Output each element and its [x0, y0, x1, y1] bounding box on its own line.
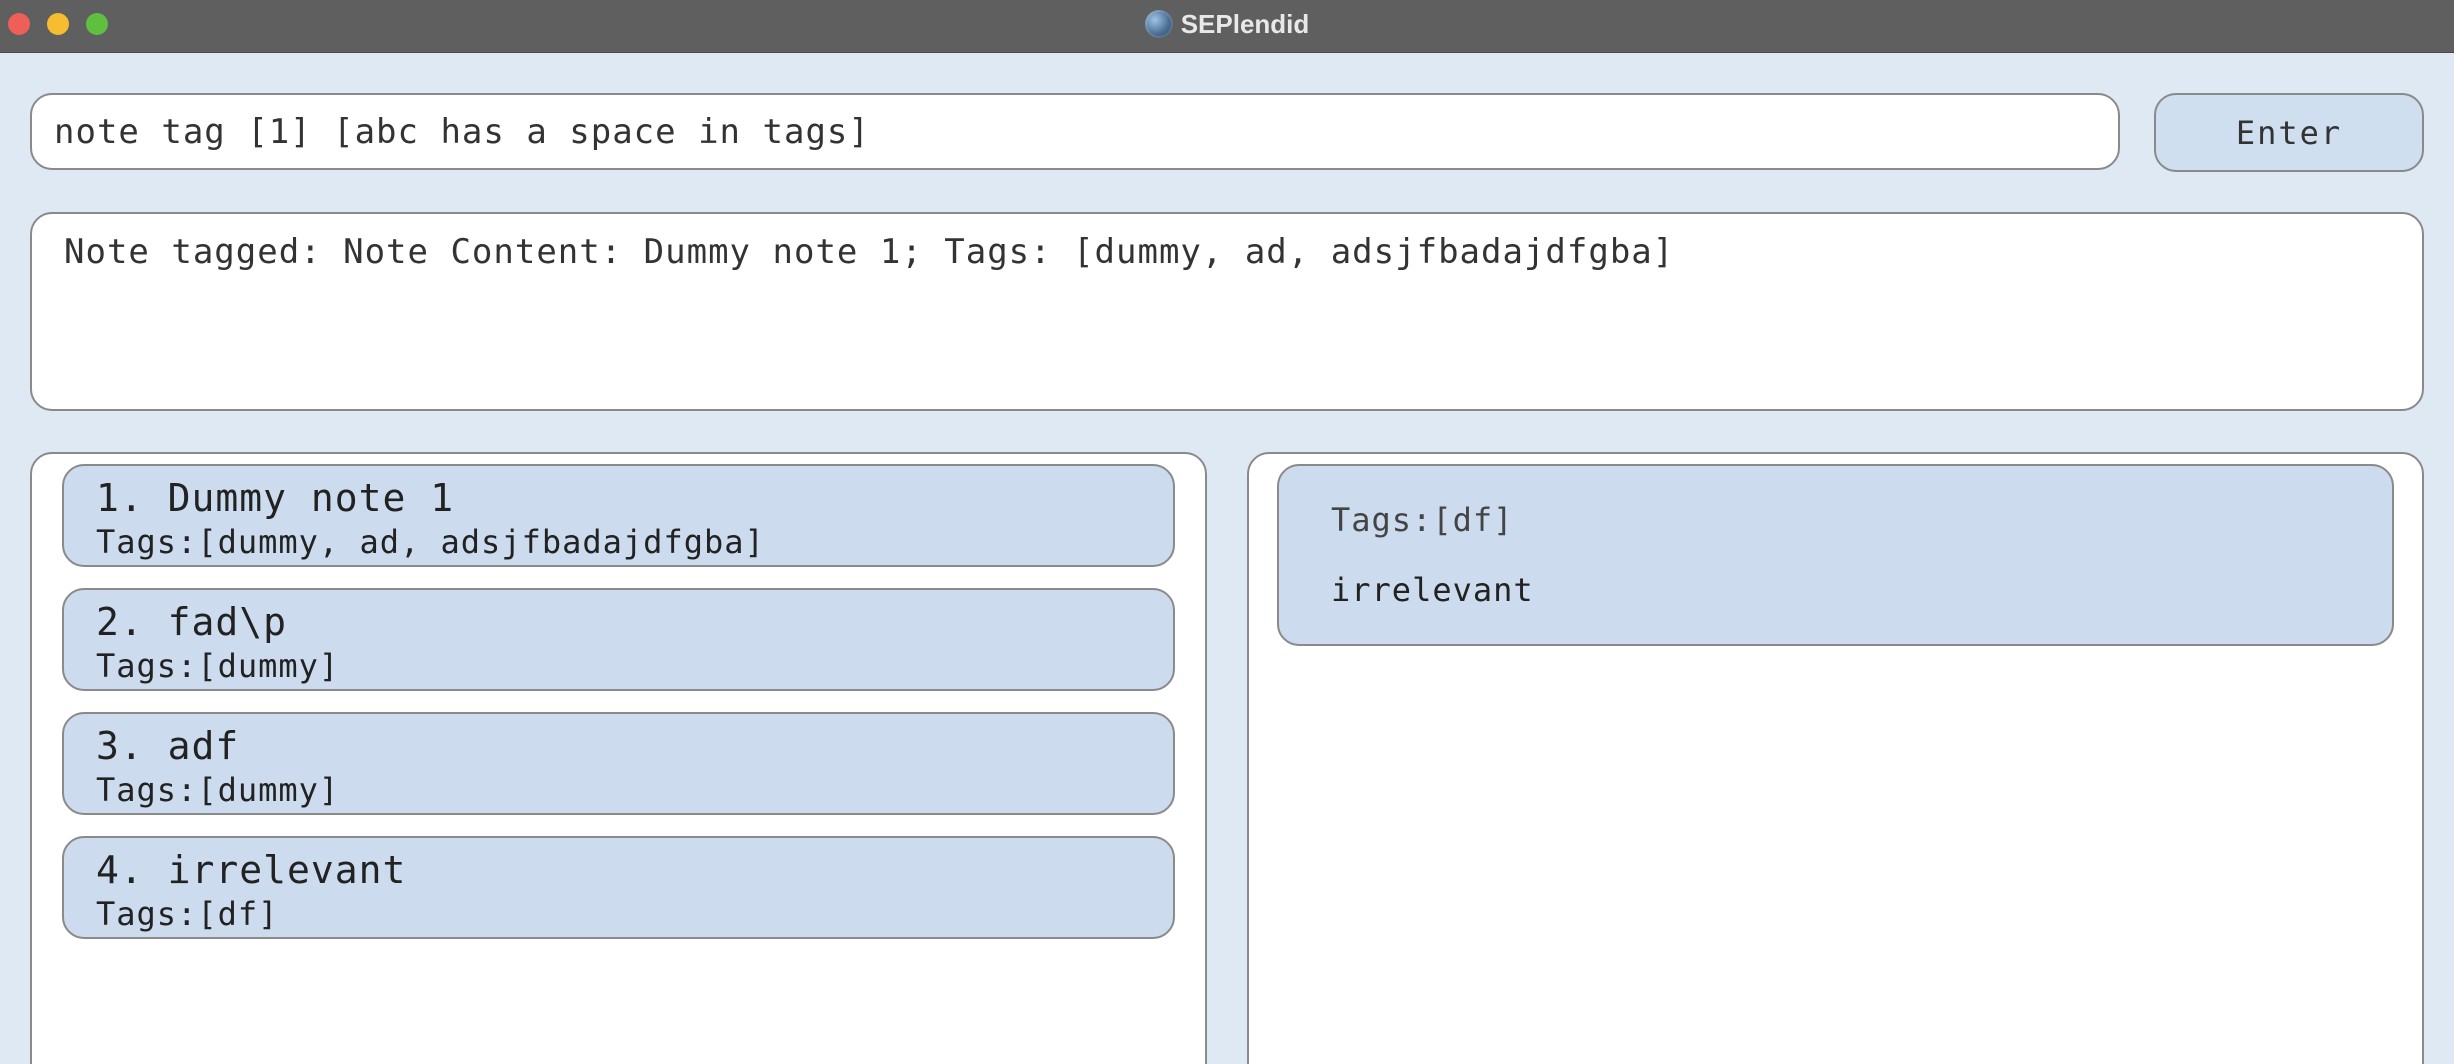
note-card[interactable]: 2. fad\p Tags:[dummy] [62, 588, 1175, 691]
note-card[interactable]: 3. adf Tags:[dummy] [62, 712, 1175, 815]
note-card[interactable]: 1. Dummy note 1 Tags:[dummy, ad, adsjfba… [62, 464, 1175, 567]
result-message: Note tagged: Note Content: Dummy note 1;… [64, 232, 1675, 272]
detail-tags: Tags:[df] [1331, 501, 1514, 539]
command-input[interactable]: note tag [1] [abc has a space in tags] [30, 93, 2120, 170]
note-tags: Tags:[dummy] [96, 771, 340, 809]
title-bar: SEPlendid [0, 0, 2454, 53]
globe-icon [1144, 10, 1173, 38]
note-tags: Tags:[dummy] [96, 647, 340, 685]
note-title: 3. adf [96, 724, 240, 768]
enter-button[interactable]: Enter [2154, 93, 2424, 172]
result-display: Note tagged: Note Content: Dummy note 1;… [30, 212, 2424, 411]
note-title: 4. irrelevant [96, 848, 407, 892]
note-list-panel[interactable]: 1. Dummy note 1 Tags:[dummy, ad, adsjfba… [30, 452, 1207, 1064]
note-card[interactable]: 4. irrelevant Tags:[df] [62, 836, 1175, 939]
app-window: SEPlendid note tag [1] [abc has a space … [0, 0, 2454, 1064]
note-title: 1. Dummy note 1 [96, 476, 455, 520]
window-title-group: SEPlendid [0, 0, 2454, 48]
note-title: 2. fad\p [96, 600, 288, 644]
note-detail-card: Tags:[df] irrelevant [1277, 464, 2394, 646]
note-tags: Tags:[df] [96, 895, 279, 933]
command-input-text: note tag [1] [abc has a space in tags] [54, 111, 870, 152]
note-detail-panel: Tags:[df] irrelevant [1247, 452, 2424, 1064]
note-tags: Tags:[dummy, ad, adsjfbadajdfgba] [96, 523, 765, 561]
window-title: SEPlendid [1180, 8, 1310, 39]
detail-content: irrelevant [1331, 571, 1534, 609]
